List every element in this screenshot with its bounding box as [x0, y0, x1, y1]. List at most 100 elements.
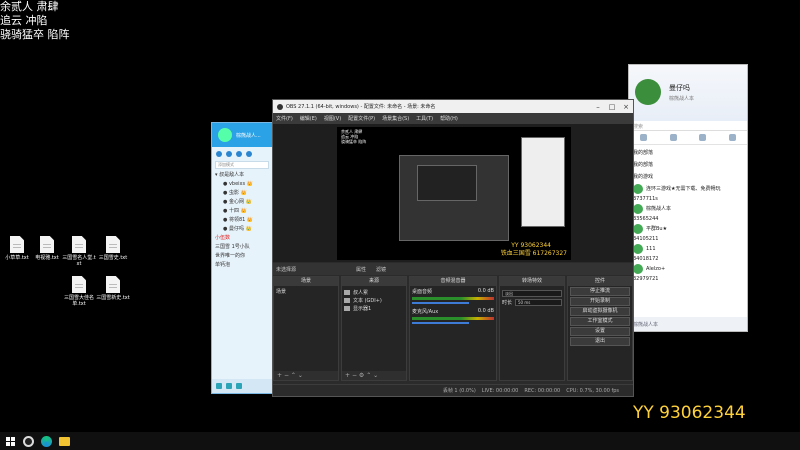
location-tab-icon[interactable] — [236, 151, 242, 157]
virtual-camera-button[interactable]: 启动虚拟摄像机 — [570, 307, 630, 316]
desktop-file-icon[interactable]: 三国雪名人堂.txt — [62, 236, 96, 267]
desktop-file-icon[interactable]: 三国雪大佳名单.txt — [62, 276, 96, 307]
list-item[interactable]: ● 虫影 👑 — [215, 189, 269, 198]
contacts-tab-icon[interactable] — [669, 134, 677, 141]
contacts-tab-icon[interactable] — [216, 151, 222, 157]
studio-mode-button[interactable]: 工作室模式 — [570, 317, 630, 326]
list-item-label: Alelzo+ — [646, 266, 666, 272]
nested-qq-preview — [521, 137, 565, 227]
desktop-file-label: 三国雪史.txt — [98, 255, 128, 261]
list-item[interactable]: 我的游戏 — [633, 171, 743, 183]
profile-search-input[interactable]: 搜索 — [629, 121, 747, 131]
no-source-label: 未选择源 — [276, 266, 297, 273]
taskbar-explorer[interactable] — [58, 435, 70, 447]
down-icon[interactable]: ⌄ — [373, 372, 378, 379]
rec-time: REC: 00:00:00 — [524, 387, 561, 394]
list-item[interactable]: 平群Bu★ — [633, 223, 743, 235]
source-item[interactable]: 叔人累 — [344, 288, 404, 296]
source-item[interactable]: 显示器1 — [344, 304, 404, 312]
menu-edit[interactable]: 编辑(E) — [300, 115, 317, 122]
list-item[interactable]: 单钙泡 — [215, 261, 269, 270]
close-button[interactable]: × — [619, 103, 633, 111]
list-item[interactable]: Alelzo+ — [633, 263, 743, 275]
list-item[interactable]: ● 将领81 👑 — [215, 216, 269, 225]
list-item[interactable]: 我的部落 — [633, 147, 743, 159]
menu-icon[interactable] — [216, 383, 222, 389]
down-icon[interactable]: ⌄ — [298, 372, 303, 379]
transition-select[interactable]: 淡出 — [502, 290, 562, 297]
avatar — [633, 184, 643, 194]
volume-slider[interactable] — [412, 302, 470, 304]
list-item[interactable]: ▾ 叔是敌人本 — [215, 171, 269, 180]
up-icon[interactable]: ⌃ — [291, 372, 296, 379]
list-item-label: 111 — [646, 246, 656, 252]
volume-slider[interactable] — [412, 322, 470, 324]
list-item[interactable]: ● vbeixs 👑 — [215, 180, 269, 189]
group-tab-icon[interactable] — [226, 151, 232, 157]
filters-button[interactable]: 滤镜 — [376, 266, 386, 273]
desktop-file-icon[interactable]: 电视雅.txt — [30, 236, 64, 261]
text-file-icon — [40, 236, 54, 253]
obs-titlebar: OBS 27.1.1 (64-bit, windows) - 配置文件: 未命名… — [273, 100, 633, 113]
desktop-file-icon[interactable]: 三国雪新史.txt — [96, 276, 130, 301]
profile-footer: 棕熊战人本 — [629, 317, 747, 331]
list-item-label: 我的游戏 — [633, 174, 654, 180]
list-item[interactable]: 小伍数 — [215, 234, 269, 243]
taskbar-edge[interactable] — [40, 435, 52, 447]
stream-preview[interactable]: 余贰人 肃肆 追云 冲陷 骁骑猛卒 陷阵 YY 93062344 铁血三国雪 6… — [337, 127, 571, 260]
start-recording-button[interactable]: 开始录制 — [570, 297, 630, 306]
menu-scene-collection[interactable]: 场景集合(S) — [382, 115, 409, 122]
add-icon[interactable]: + — [277, 372, 282, 379]
obs-icon — [22, 435, 34, 447]
desktop-file-icon[interactable]: 三国雪史.txt — [96, 236, 130, 261]
scenes-dock: 场景 场景 + − ⌃ ⌄ — [273, 276, 339, 381]
source-item[interactable]: 文本 (GDI+) — [344, 296, 404, 304]
taskbar — [0, 432, 800, 450]
menu-file[interactable]: 文件(F) — [276, 115, 293, 122]
menu-view[interactable]: 视图(V) — [324, 115, 341, 122]
qq-search-input[interactable]: 添加模式 — [215, 161, 269, 169]
scene-item[interactable]: 场景 — [276, 288, 336, 295]
qq-panel-header: 棕熊战人... — [212, 123, 272, 147]
menu-help[interactable]: 帮助(H) — [440, 115, 458, 122]
list-item[interactable]: 世界唯一的你 — [215, 252, 269, 261]
settings-button[interactable]: 设置 — [570, 327, 630, 336]
list-item[interactable]: ● 曼仔吗 👑 — [215, 225, 269, 234]
list-item[interactable]: 棕熊战人本 — [633, 203, 743, 215]
text-file-icon — [72, 276, 86, 293]
menu-profile[interactable]: 配置文件(P) — [348, 115, 375, 122]
remove-icon[interactable]: − — [352, 372, 357, 379]
add-icon[interactable]: + — [345, 372, 350, 379]
desktop: 余贰人 肃肆 追云 冲陷 骁骑猛卒 陷阵 小草草.txt 电视雅.txt 三国雪… — [0, 0, 800, 450]
more-tab-icon[interactable] — [728, 134, 736, 141]
up-icon[interactable]: ⌃ — [366, 372, 371, 379]
remove-icon[interactable]: − — [284, 372, 289, 379]
start-button[interactable] — [4, 435, 16, 447]
list-item[interactable]: ● 金心网 👑 — [215, 198, 269, 207]
avatar[interactable] — [635, 79, 661, 105]
list-item[interactable]: 111 — [633, 243, 743, 255]
minimize-button[interactable]: – — [591, 103, 605, 111]
apps-icon[interactable] — [236, 383, 242, 389]
exit-button[interactable]: 退出 — [570, 337, 630, 346]
desktop-file-icon[interactable]: 小草草.txt — [0, 236, 34, 261]
avatar — [633, 264, 643, 274]
dock-title: 来源 — [342, 277, 406, 286]
home-tab-icon[interactable] — [640, 134, 648, 141]
group-tab-icon[interactable] — [699, 134, 707, 141]
duration-input[interactable]: 50 ms — [515, 299, 562, 306]
dock-title: 场景 — [274, 277, 338, 286]
stop-streaming-button[interactable]: 停止推流 — [570, 287, 630, 296]
maximize-button[interactable]: □ — [605, 103, 619, 111]
settings-icon[interactable] — [226, 383, 232, 389]
menu-tools[interactable]: 工具(T) — [416, 115, 433, 122]
properties-button[interactable]: 属性 — [356, 266, 366, 273]
apps-tab-icon[interactable] — [246, 151, 252, 157]
list-item[interactable]: 我的部落 — [633, 159, 743, 171]
taskbar-obs[interactable] — [22, 435, 34, 447]
list-item[interactable]: 三国雪 1号小队 — [215, 243, 269, 252]
gear-icon[interactable]: ⚙ — [359, 372, 364, 379]
avatar[interactable] — [218, 128, 232, 142]
list-item[interactable]: 连环三游戏★无需下载、免费畅玩 — [633, 183, 743, 195]
list-item[interactable]: ● 十四 👑 — [215, 207, 269, 216]
